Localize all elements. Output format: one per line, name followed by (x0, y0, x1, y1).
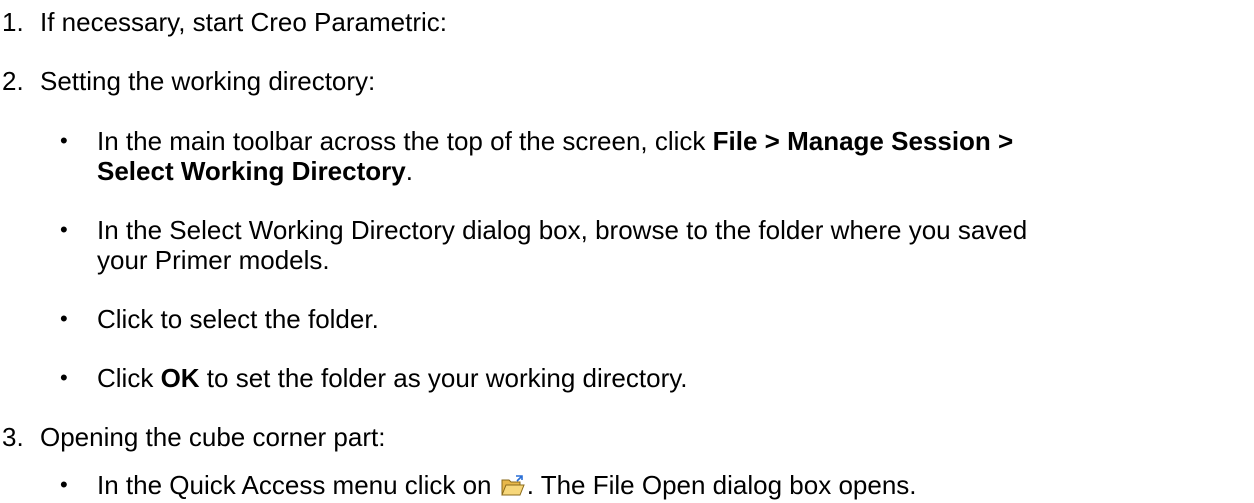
step-text: Opening the cube corner part: (40, 422, 386, 452)
bullet-text: . (405, 156, 413, 186)
step-number: 3. (2, 422, 24, 452)
bullet-glyph: • (60, 365, 68, 390)
step-text: If necessary, start Creo Parametric: (40, 7, 447, 37)
bullet-text: In the main toolbar across the top of th… (97, 126, 713, 156)
bullet-glyph: • (60, 128, 68, 153)
bullet-text: Click (97, 363, 161, 393)
bullet-text: In the Select Working Directory dialog b… (97, 215, 1028, 245)
bullet-text: . The File Open dialog box opens. (526, 470, 917, 500)
bullet-text: In the Quick Access menu click on (97, 470, 499, 500)
step-number: 1. (2, 7, 24, 37)
bullet-glyph: • (60, 306, 68, 331)
button-reference: OK (160, 363, 200, 393)
bullet-text: to set the folder as your working direct… (199, 363, 688, 393)
bullet-text: your Primer models. (97, 245, 330, 275)
open-folder-icon (500, 473, 525, 496)
menu-path: File > Manage Session > (712, 126, 1014, 156)
bullet-glyph: • (60, 472, 68, 497)
step-text: Setting the working directory: (40, 66, 376, 96)
menu-path: Select Working Directory (97, 156, 406, 186)
bullet-glyph: • (60, 217, 68, 242)
bullet-text: Click to select the folder. (97, 304, 379, 334)
step-number: 2. (2, 66, 24, 96)
